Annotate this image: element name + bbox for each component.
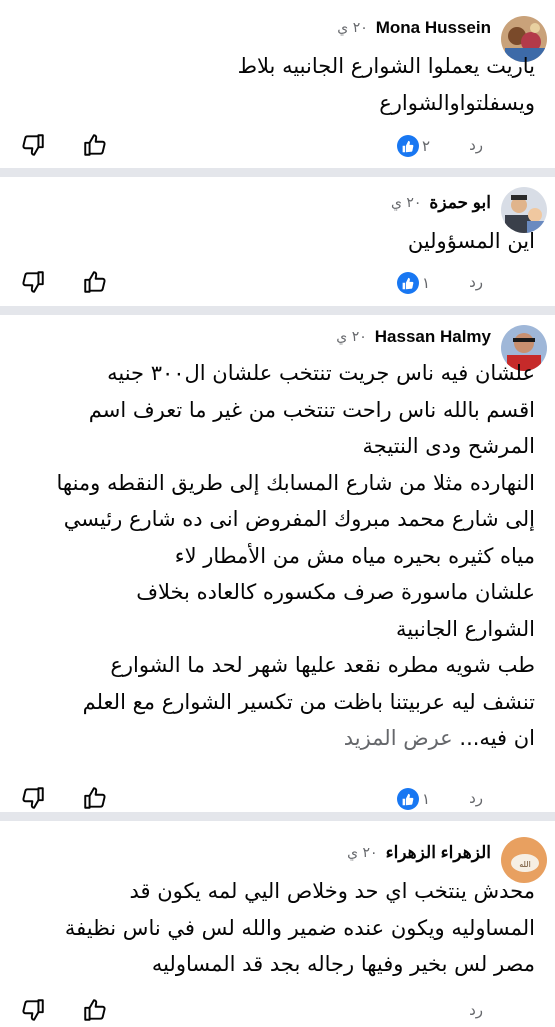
like-icon[interactable] xyxy=(82,269,108,295)
like-reaction-icon xyxy=(396,272,419,294)
dislike-icon[interactable] xyxy=(20,269,46,295)
reaction-number: ١ xyxy=(421,790,430,808)
reaction-number: ٢ xyxy=(421,137,430,155)
comment-text: علشان فيه ناس جريت تنتخب علشان ال٣٠٠ جني… xyxy=(14,355,536,757)
timestamp[interactable]: ٢٠ ي xyxy=(336,329,366,345)
dislike-icon[interactable] xyxy=(20,785,46,811)
author-name[interactable]: الزهراء الزهراء xyxy=(386,843,491,863)
reaction-count[interactable]: ٢ xyxy=(396,135,430,157)
timestamp[interactable]: ٢٠ ي xyxy=(391,195,421,211)
reaction-count[interactable]: ١ xyxy=(396,272,430,294)
comment-text: اين المسؤولين xyxy=(407,229,535,253)
like-icon[interactable] xyxy=(82,785,108,811)
author-name[interactable]: ابو حمزة xyxy=(429,193,491,213)
comment-text: ياريت يعملوا الشوارع الجانبيه بلاط ويسفل… xyxy=(237,54,535,115)
timestamp[interactable]: ٢٠ ي xyxy=(347,845,377,861)
reply-button[interactable]: رد xyxy=(469,789,483,807)
comment-2: ابو حمزة ٢٠ ي اين المسؤولين رد ١ xyxy=(0,177,555,313)
reply-button[interactable]: رد xyxy=(469,1001,483,1019)
author-name[interactable]: Mona Hussein xyxy=(376,18,491,38)
like-reaction-icon xyxy=(396,135,419,157)
author-name[interactable]: Hassan Halmy xyxy=(375,327,491,347)
like-icon[interactable] xyxy=(82,997,108,1023)
comment-separator xyxy=(0,306,555,315)
like-reaction-icon xyxy=(396,788,419,810)
reply-button[interactable]: رد xyxy=(469,136,483,154)
reaction-count[interactable]: ١ xyxy=(396,788,430,810)
comment-text: محدش ينتخب اي حد وخلاص اليي لمه يكون قد … xyxy=(64,879,535,976)
comment-3: Hassan Halmy ٢٠ ي علشان فيه ناس جريت تنت… xyxy=(0,315,555,815)
reply-button[interactable]: رد xyxy=(469,273,483,291)
reaction-number: ١ xyxy=(421,274,430,292)
comment-separator xyxy=(0,168,555,177)
dislike-icon[interactable] xyxy=(20,997,46,1023)
like-icon[interactable] xyxy=(82,132,108,158)
comment-separator xyxy=(0,812,555,821)
timestamp[interactable]: ٢٠ ي xyxy=(337,20,367,36)
see-more-link[interactable]: عرض المزيد xyxy=(344,726,453,750)
comment-1: Mona Hussein ٢٠ ي ياريت يعملوا الشوارع ا… xyxy=(0,0,555,170)
comment-4: الله الزهراء الزهراء ٢٠ ي محدش ينتخب اي … xyxy=(0,821,555,1024)
svg-text:الله: الله xyxy=(519,860,531,869)
comment-body: علشان فيه ناس جريت تنتخب علشان ال٣٠٠ جني… xyxy=(56,361,536,750)
dislike-icon[interactable] xyxy=(20,132,46,158)
